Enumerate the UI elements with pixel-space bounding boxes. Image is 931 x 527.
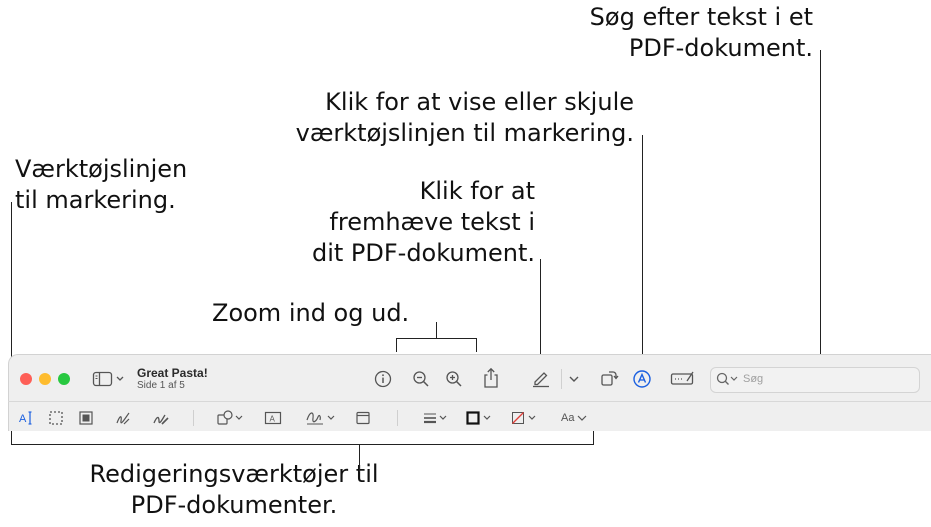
border-color-icon[interactable] [465,410,495,426]
markup-toolbar-icon[interactable] [632,369,652,389]
toolbar-separator [397,410,398,426]
text-style-button[interactable]: Aa [561,409,588,427]
text-style-label: Aa [561,412,575,424]
form-fill-icon[interactable] [670,370,696,388]
zoom-button[interactable] [58,373,70,385]
sketch-icon[interactable] [114,409,132,427]
toolbar-separator [561,369,562,389]
callout-zoom: Zoom ind og ud. [212,299,410,327]
toolbar-separator [193,410,194,426]
text-box-icon[interactable]: A [264,410,282,426]
svg-text:A: A [19,413,27,425]
redact-icon[interactable] [78,410,94,426]
callout-editing-tools: Redigeringsværktøjer til PDF-dokumenter. [89,460,379,519]
leader-line-zoom-left [396,338,397,352]
search-icon [716,372,738,385]
info-icon[interactable] [374,370,392,388]
note-icon[interactable] [355,410,371,426]
highlight-pen-icon[interactable] [531,368,551,388]
leader-line-search [820,50,821,366]
sign-icon[interactable] [305,408,337,428]
document-title: Great Pasta! [137,366,208,380]
chevron-down-icon[interactable] [568,374,580,384]
chevron-down-icon [578,415,587,421]
zoom-in-icon[interactable] [445,370,463,388]
close-button[interactable] [20,373,32,385]
draw-icon[interactable] [152,409,170,427]
toolbar-divider [8,401,931,402]
shapes-icon[interactable] [216,409,246,427]
page-indicator: Side 1 af 5 [137,380,185,391]
callout-highlight: Klik for at fremhæve tekst i dit PDF-dok… [311,177,535,267]
share-icon[interactable] [482,367,500,389]
leader-line-edit-stem [359,444,360,472]
leader-line-highlight [540,259,541,364]
search-field[interactable] [710,367,920,393]
text-selection-icon[interactable]: A [18,409,36,427]
callout-toggle-markup: Klik for at vise eller skjule værktøjsli… [295,88,634,147]
callout-search: Søg efter tekst i et PDF-dokument. [589,3,813,62]
fill-color-icon[interactable] [510,410,540,426]
leader-line-zoom-bracket [396,338,477,339]
callout-markup-toolbar: Værktøjslinjen til markering. [15,155,188,214]
zoom-out-icon[interactable] [412,370,430,388]
rotate-icon[interactable] [600,368,620,388]
search-placeholder: Søg [743,373,764,385]
leader-line-zoom-stem [436,322,437,339]
leader-line-toggle-markup [642,135,643,364]
leader-line-edit-bracket [11,444,594,445]
sidebar-toggle-icon[interactable] [92,370,128,388]
leader-line-edit-right [593,431,594,445]
shape-style-icon[interactable] [422,410,450,426]
leader-line-edit-left [11,431,12,445]
minimize-button[interactable] [39,373,51,385]
rectangular-selection-icon[interactable] [48,410,64,426]
leader-line-zoom-right [476,338,477,352]
svg-text:A: A [270,415,276,424]
